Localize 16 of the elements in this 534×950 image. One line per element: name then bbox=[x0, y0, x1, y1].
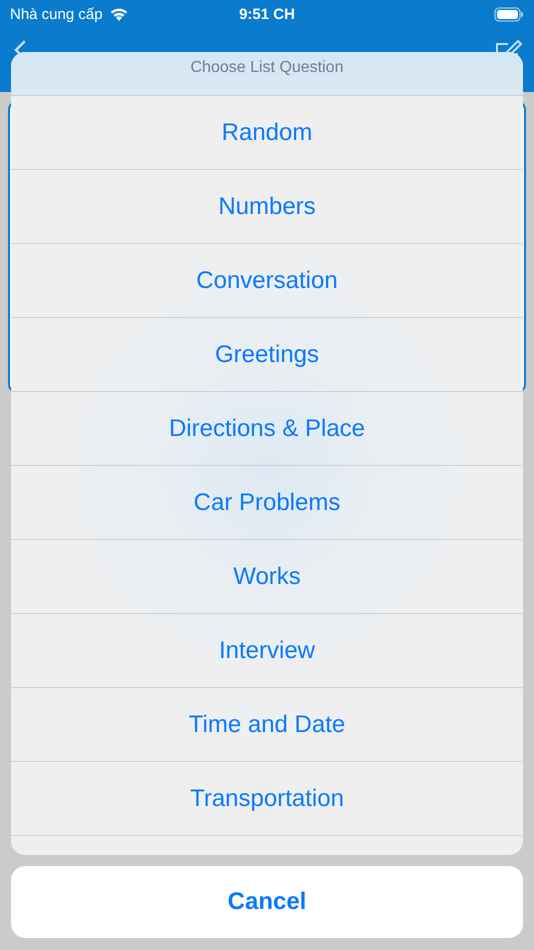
sheet-option[interactable]: Numbers bbox=[11, 170, 523, 244]
sheet-option[interactable]: Time and Date bbox=[11, 688, 523, 762]
wifi-icon bbox=[108, 6, 129, 22]
sheet-option[interactable]: Greetings bbox=[11, 318, 523, 392]
battery-icon bbox=[494, 6, 524, 22]
carrier-name: Nhà cung cấp bbox=[10, 6, 103, 22]
sheet-option[interactable]: Random bbox=[11, 96, 523, 170]
sheet-option[interactable]: Interview bbox=[11, 614, 523, 688]
sheet-option[interactable]: Directions & Place bbox=[11, 392, 523, 466]
sheet-option[interactable]: Car Problems bbox=[11, 466, 523, 540]
cancel-button[interactable]: Cancel bbox=[11, 866, 523, 938]
sheet-option[interactable]: Transportation bbox=[11, 762, 523, 836]
sheet-option[interactable]: Conversation bbox=[11, 244, 523, 318]
clock-time: 9:51 CH bbox=[239, 6, 295, 22]
sheet-title: Choose List Question bbox=[190, 59, 344, 77]
sheet-option[interactable]: Works bbox=[11, 540, 523, 614]
